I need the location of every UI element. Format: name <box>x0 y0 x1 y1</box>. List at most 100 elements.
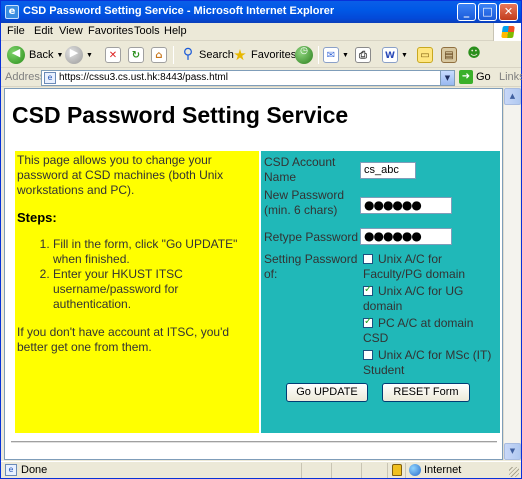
password-form: CSD Account Name cs_abc New Password (mi… <box>261 151 500 433</box>
retype-password-field[interactable]: ●●●●●● <box>360 228 452 245</box>
word-edit-icon: W <box>382 47 398 63</box>
research-button[interactable]: ▤ <box>441 45 457 65</box>
search-icon: ⚲ <box>182 46 194 62</box>
page-content: CSD Password Setting Service This page a… <box>4 88 503 460</box>
discuss-button[interactable]: ▭ <box>417 45 433 65</box>
menu-tools[interactable]: Tools <box>134 25 160 37</box>
browser-window: e CSD Password Setting Service - Microso… <box>0 0 522 479</box>
status-divider <box>405 463 406 478</box>
option-label: Unix A/C for Faculty/PG domain <box>363 252 466 281</box>
horizontal-rule <box>11 441 497 443</box>
messenger-button[interactable]: ☻ <box>465 45 483 65</box>
menu-file[interactable]: File <box>7 25 25 37</box>
option-label: Unix A/C for UG domain <box>363 284 464 313</box>
edit-dropdown-icon[interactable]: ▼ <box>401 52 408 59</box>
home-button[interactable]: ⌂ <box>151 45 167 65</box>
maximize-button[interactable]: □ <box>478 3 497 21</box>
option-unix-msc-it[interactable]: Unix A/C for MSc (IT) Student <box>363 348 493 378</box>
back-label: Back <box>29 49 54 61</box>
new-password-label: New Password (min. 6 chars) <box>264 188 345 217</box>
checkbox-checked-icon[interactable] <box>363 316 373 328</box>
scroll-up-icon[interactable]: ▲ <box>504 88 521 105</box>
menu-favorites[interactable]: Favorites <box>88 25 133 37</box>
status-divider <box>387 463 388 478</box>
print-icon: ⎙ <box>355 47 371 63</box>
step-item: Fill in the form, click "Go UPDATE" when… <box>53 237 257 267</box>
address-bar: Address e https://cssu3.cs.ust.hk:8443/p… <box>1 69 522 87</box>
go-button[interactable]: ➜ Go <box>459 70 491 84</box>
forward-button[interactable]: ▶ ▼ <box>65 45 93 65</box>
checkbox-unchecked-icon[interactable] <box>363 350 373 360</box>
steps-list: Fill in the form, click "Go UPDATE" when… <box>41 237 257 312</box>
page-done-icon: e <box>5 464 17 476</box>
mail-button[interactable]: ✉ ▼ <box>323 45 349 65</box>
window-title: CSD Password Setting Service - Microsoft… <box>23 5 335 17</box>
go-update-button[interactable]: Go UPDATE <box>286 383 368 402</box>
menu-view[interactable]: View <box>59 25 83 37</box>
mail-dropdown-icon[interactable]: ▼ <box>342 52 349 59</box>
status-text: Done <box>21 464 48 476</box>
step-item: Enter your HKUST ITSC username/password … <box>53 267 257 312</box>
page-icon: e <box>44 72 56 84</box>
resize-grip-icon[interactable] <box>509 467 519 477</box>
secure-lock-icon[interactable] <box>392 464 402 476</box>
search-button[interactable]: ⚲ Search <box>179 45 234 65</box>
print-button[interactable]: ⎙ <box>355 45 371 65</box>
intro-text: This page allows you to change your pass… <box>17 153 224 197</box>
edit-button[interactable]: W ▼ <box>382 45 408 65</box>
instructions-panel: This page allows you to change your pass… <box>15 151 259 433</box>
option-unix-ug[interactable]: Unix A/C for UG domain <box>363 284 493 314</box>
messenger-icon: ☻ <box>467 46 481 61</box>
links-button[interactable]: Links <box>499 71 522 83</box>
account-label: CSD Account Name <box>264 155 336 184</box>
minimize-button[interactable]: _ <box>457 3 476 21</box>
option-unix-faculty-pg[interactable]: Unix A/C for Faculty/PG domain <box>363 252 493 282</box>
minimize-icon: _ <box>463 5 470 18</box>
menu-help[interactable]: Help <box>164 25 187 37</box>
checkbox-unchecked-icon[interactable] <box>363 254 373 264</box>
steps-heading: Steps: <box>17 210 57 225</box>
windows-logo-icon <box>493 23 521 41</box>
stop-button[interactable]: ✕ <box>105 45 121 65</box>
home-icon: ⌂ <box>151 47 167 63</box>
go-label: Go <box>476 71 491 83</box>
address-input[interactable]: e https://cssu3.cs.ust.hk:8443/pass.html… <box>41 70 455 86</box>
back-arrow-icon: ◀ <box>7 46 25 64</box>
close-icon: ✕ <box>503 5 514 18</box>
back-button[interactable]: ◀ Back ▼ <box>7 45 63 65</box>
account-field[interactable]: cs_abc <box>360 162 416 179</box>
checkbox-checked-icon[interactable] <box>363 284 373 296</box>
maximize-icon: □ <box>482 5 493 18</box>
status-divider <box>361 463 362 478</box>
itsc-note: If you don't have account at ITSC, you'd… <box>17 325 230 354</box>
status-divider <box>301 463 302 478</box>
menu-edit[interactable]: Edit <box>34 25 53 37</box>
close-button[interactable]: ✕ <box>499 3 518 21</box>
menu-bar: File Edit View Favorites Tools Help <box>1 23 521 41</box>
toolbar-separator <box>173 46 174 64</box>
favorites-button[interactable]: ★ Favorites <box>231 45 296 65</box>
back-dropdown-icon[interactable]: ▼ <box>56 52 63 59</box>
new-password-field[interactable]: ●●●●●● <box>360 197 452 214</box>
forward-arrow-icon: ▶ <box>65 46 83 64</box>
address-dropdown-icon[interactable]: ▼ <box>440 71 454 85</box>
reset-form-button[interactable]: RESET Form <box>382 383 470 402</box>
title-bar[interactable]: e CSD Password Setting Service - Microso… <box>1 1 521 23</box>
go-arrow-icon: ➜ <box>459 70 473 84</box>
scroll-down-icon[interactable]: ▼ <box>504 443 521 460</box>
option-pc-csd[interactable]: PC A/C at domain CSD <box>363 316 493 346</box>
internet-zone-icon <box>409 464 421 476</box>
address-label: Address <box>5 71 46 83</box>
forward-dropdown-icon[interactable]: ▼ <box>86 52 93 59</box>
refresh-icon: ↻ <box>128 47 144 63</box>
setting-password-label: Setting Password of: <box>264 252 358 281</box>
address-url[interactable]: https://cssu3.cs.ust.hk:8443/pass.html <box>59 72 228 83</box>
refresh-button[interactable]: ↻ <box>128 45 144 65</box>
history-icon: ◷ <box>295 46 313 64</box>
favorites-label: Favorites <box>251 49 297 61</box>
mail-icon: ✉ <box>323 47 339 63</box>
search-label: Search <box>199 49 234 61</box>
history-button[interactable]: ◷ <box>295 45 313 65</box>
vertical-scrollbar[interactable]: ▲ ▼ <box>503 88 521 460</box>
security-zone-label: Internet <box>424 464 462 476</box>
